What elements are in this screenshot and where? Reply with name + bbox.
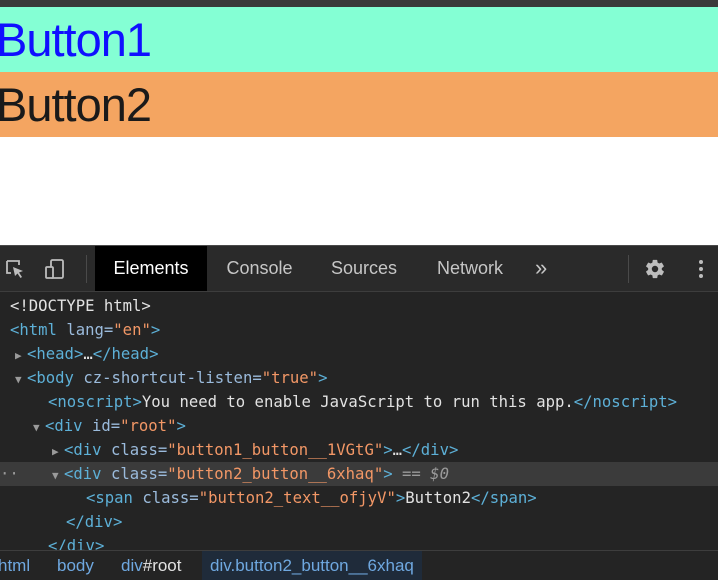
button1-label: Button1 [0, 13, 152, 66]
device-toolbar-icon[interactable] [44, 258, 66, 280]
toolbar-divider [628, 255, 629, 283]
closing-tag: </head> [92, 345, 159, 363]
devtools-panel: Elements Console Sources Network » <!DOC… [0, 245, 718, 580]
attribute-name: lang [66, 321, 104, 339]
collapsed-ellipsis[interactable]: … [393, 441, 402, 459]
dom-tree[interactable]: <!DOCTYPE html> <html lang="en"> ▶ <head>… [0, 292, 718, 550]
expand-triangle-icon[interactable]: ▶ [15, 344, 27, 366]
selected-node-marker: == $0 [402, 465, 449, 483]
dom-node-head[interactable]: ▶ <head>…</head> [0, 342, 718, 366]
dom-node-close-div-cutoff[interactable]: </div> [0, 534, 718, 550]
dom-node-doctype[interactable]: <!DOCTYPE html> [0, 294, 718, 318]
closing-tag: </div> [48, 537, 105, 550]
tag-name: <div [45, 417, 83, 435]
breadcrumb-id: #root [142, 556, 182, 575]
closing-tag: </span> [470, 489, 537, 507]
dom-node-noscript[interactable]: <noscript>You need to enable JavaScript … [0, 390, 718, 414]
attribute-value: "button2_text__ofjyV" [198, 489, 396, 507]
dom-node-button1-div[interactable]: ▶ <div class="button1_button__1VGtG">…</d… [0, 438, 718, 462]
devtools-toolbar: Elements Console Sources Network » [0, 245, 718, 292]
collapse-triangle-icon[interactable]: ▼ [15, 368, 27, 390]
attribute-value: "root" [120, 417, 177, 435]
tab-network[interactable]: Network [417, 246, 523, 291]
button1[interactable]: Button1 [0, 7, 718, 72]
tag-name: <div [64, 465, 102, 483]
more-tabs-chevron-icon[interactable]: » [535, 246, 547, 291]
breadcrumb-body[interactable]: body [57, 551, 94, 580]
dom-node-root-div[interactable]: ▼ <div id="root"> [0, 414, 718, 438]
toolbar-divider [86, 255, 87, 283]
attribute-name: class [142, 489, 190, 507]
attribute-value: "true" [261, 369, 319, 387]
dom-node-close-div[interactable]: </div> [0, 510, 718, 534]
attribute-name: class [110, 465, 158, 483]
closing-tag: </noscript> [573, 393, 678, 411]
attribute-name: class [110, 441, 158, 459]
collapsed-ellipsis[interactable]: … [83, 345, 92, 363]
attribute-value: "en" [113, 321, 151, 339]
tag-name: <noscript> [48, 393, 142, 411]
span-text: Button2 [405, 489, 471, 507]
breadcrumb-tag: div [121, 556, 143, 575]
closing-tag: </div> [66, 513, 123, 531]
dom-node-body[interactable]: ▼ <body cz-shortcut-listen="true"> [0, 366, 718, 390]
button2-label: Button2 [0, 78, 152, 131]
tag-name: <head> [27, 345, 84, 363]
collapse-triangle-icon[interactable]: ▼ [52, 464, 64, 486]
tab-console[interactable]: Console [208, 246, 311, 291]
noscript-text: You need to enable JavaScript to run thi… [141, 393, 574, 411]
tag-name: <span [86, 489, 133, 507]
breadcrumb-selected[interactable]: div.button2_button__6xhaq [202, 551, 422, 580]
breadcrumb-html[interactable]: html [0, 551, 30, 580]
attribute-value: "button2_button__6xhaq" [167, 465, 384, 483]
tab-sources[interactable]: Sources [312, 246, 416, 291]
tab-elements[interactable]: Elements [95, 246, 207, 291]
closing-tag: </div> [402, 441, 459, 459]
dom-node-span[interactable]: <span class="button2_text__ofjyV">Button… [0, 486, 718, 510]
button2[interactable]: Button2 [0, 72, 718, 137]
breadcrumb: html body div#root div.button2_button__6… [0, 550, 718, 580]
tag-name: <html [10, 321, 57, 339]
selected-row-gutter: ·· [0, 465, 19, 483]
attribute-name: cz-shortcut-listen [83, 369, 253, 387]
dom-node-html[interactable]: <html lang="en"> [0, 318, 718, 342]
dom-node-button2-div-selected[interactable]: ·· ▼ <div class="button2_button__6xhaq"> =… [0, 462, 718, 486]
more-options-icon[interactable] [690, 258, 712, 280]
browser-top-bar [0, 0, 718, 7]
breadcrumb-div-root[interactable]: div#root [121, 551, 181, 580]
doctype-text: <!DOCTYPE html> [10, 297, 151, 315]
settings-gear-icon[interactable] [644, 258, 666, 280]
inspect-element-icon[interactable] [4, 258, 26, 280]
expand-triangle-icon[interactable]: ▶ [52, 440, 64, 462]
collapse-triangle-icon[interactable]: ▼ [33, 416, 45, 438]
attribute-value: "button1_button__1VGtG" [167, 441, 384, 459]
attribute-name: id [91, 417, 111, 435]
tag-name: <body [27, 369, 74, 387]
tag-name: <div [64, 441, 102, 459]
